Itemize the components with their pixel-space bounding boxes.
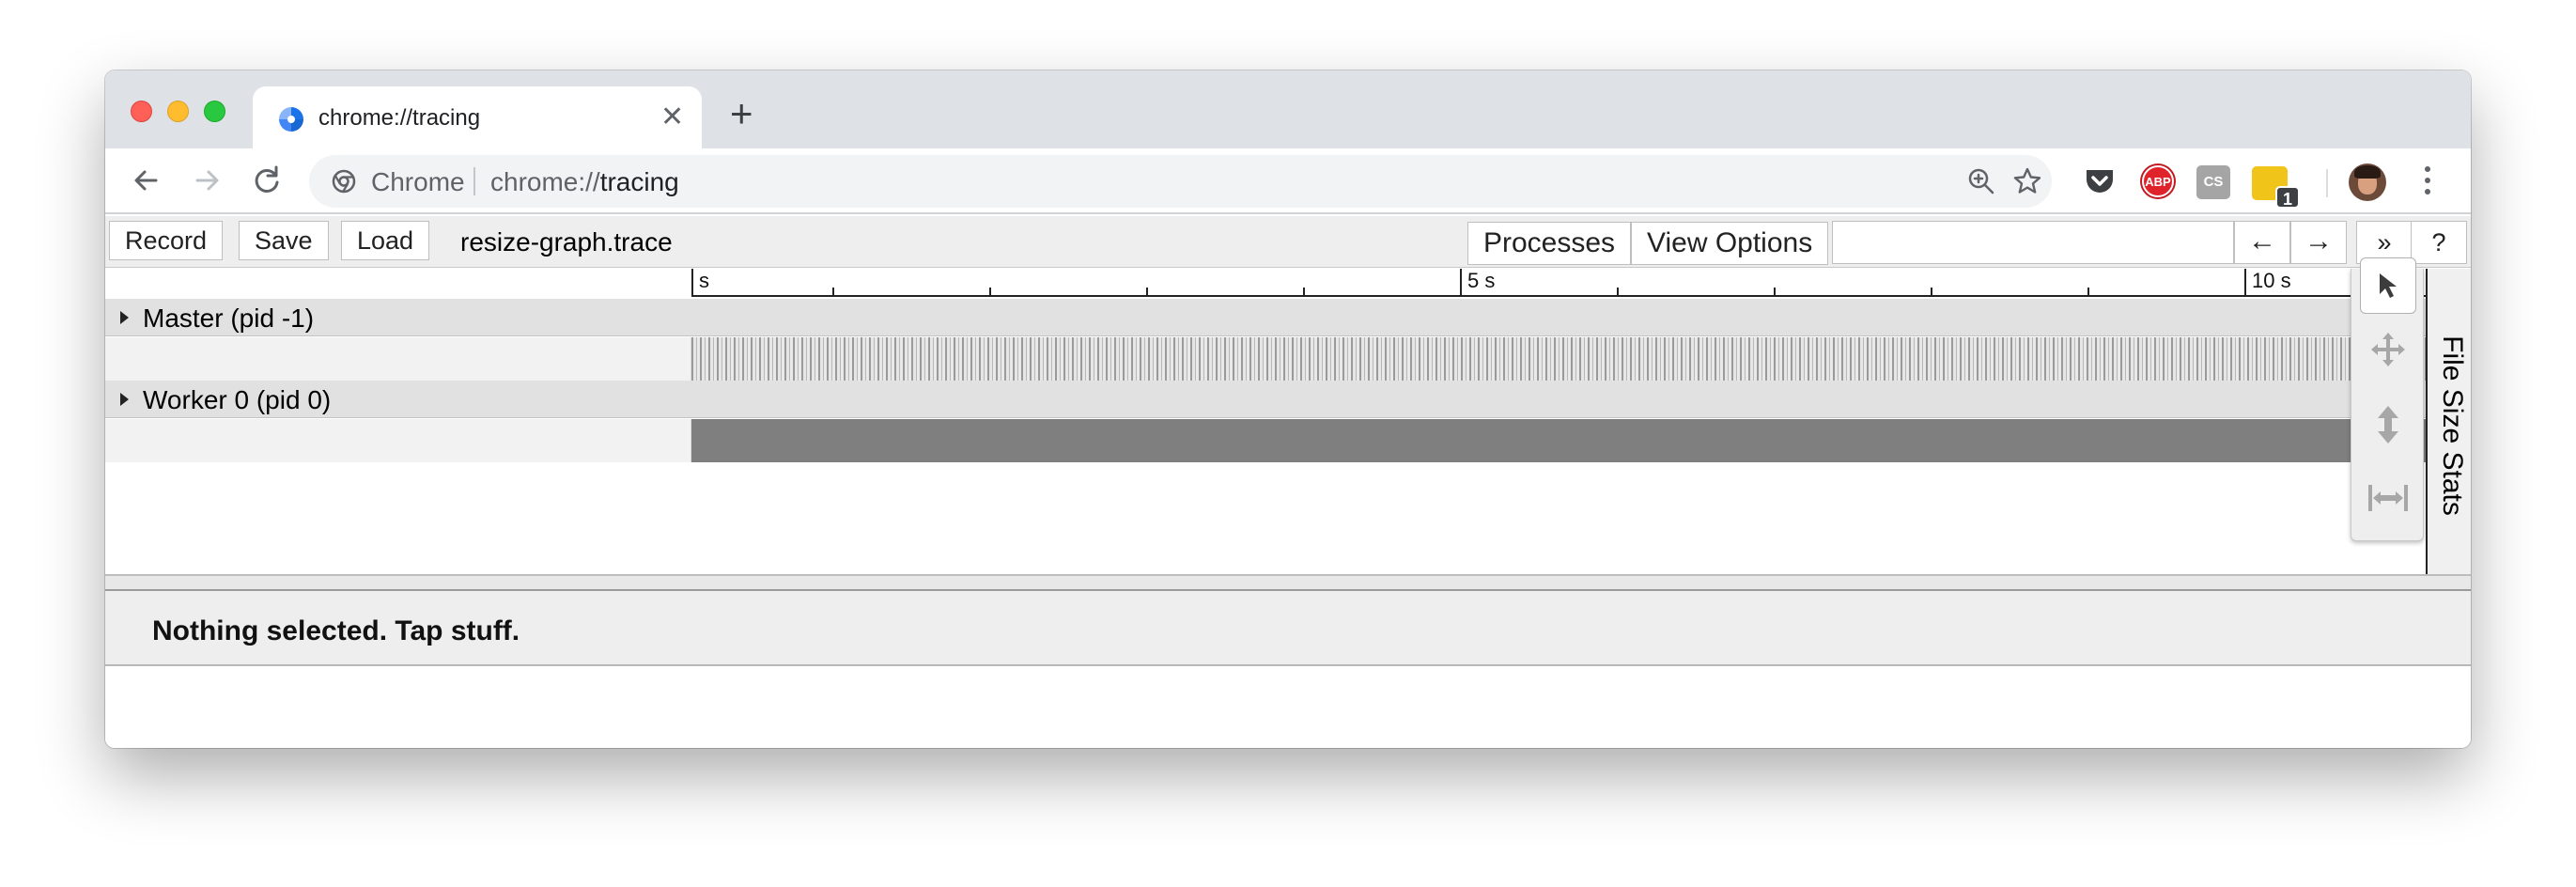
selection-mode-button[interactable] — [2360, 257, 2416, 314]
timing-mode-button[interactable] — [2360, 470, 2416, 526]
browser-window: chrome://tracing ✕ + Chrome chrome://tra… — [105, 70, 2471, 748]
extension-badge: 1 — [2275, 186, 2300, 209]
ruler-major-tick — [1460, 269, 1462, 295]
processes-button[interactable]: Processes — [1467, 222, 1632, 265]
zoom-mode-button[interactable] — [2360, 397, 2416, 453]
back-arrow-icon[interactable] — [128, 162, 165, 199]
ruler-major-tick — [2244, 269, 2246, 295]
url-text[interactable]: chrome://tracing — [490, 167, 679, 197]
tab-title: chrome://tracing — [318, 105, 481, 131]
pan-mode-icon — [2371, 333, 2405, 366]
adblock-plus-extension-icon[interactable]: ABP — [2142, 165, 2174, 197]
record-button[interactable]: Record — [109, 221, 224, 260]
new-tab-button[interactable]: + — [730, 93, 753, 134]
ruler-label: 5 s — [1467, 269, 1496, 292]
process-track-worker[interactable] — [105, 419, 2426, 462]
track-slices[interactable] — [691, 419, 2426, 462]
analysis-panel — [105, 666, 2471, 748]
find-next-button[interactable]: → — [2290, 221, 2347, 264]
chrome-menu-icon[interactable] — [2424, 166, 2431, 198]
save-button[interactable]: Save — [239, 221, 329, 260]
expand-triangle-icon[interactable] — [120, 311, 129, 324]
close-window-button[interactable] — [131, 101, 152, 122]
site-chip-label: Chrome — [371, 167, 465, 196]
ruler-label: s — [699, 269, 709, 292]
drag-splitter-handle[interactable] — [105, 574, 2471, 591]
toolbar-divider — [2326, 169, 2328, 197]
chrome-tracing-favicon-icon — [279, 107, 303, 132]
timeline-view[interactable]: s 5 s 10 s Master (pid -1) Worker 0 (pid… — [105, 269, 2426, 574]
maximize-window-button[interactable] — [204, 101, 225, 122]
track-label-area — [105, 419, 691, 462]
load-button[interactable]: Load — [341, 221, 430, 260]
selection-status: Nothing selected. Tap stuff. — [152, 615, 520, 646]
pan-mode-button[interactable] — [2360, 321, 2416, 378]
find-previous-button[interactable]: ← — [2234, 221, 2290, 264]
file-size-stats-tab[interactable]: File Size Stats — [2436, 322, 2468, 529]
cs-extension-icon[interactable]: CS — [2196, 165, 2230, 199]
tab-strip: chrome://tracing ✕ + — [105, 70, 2471, 148]
timing-mode-icon — [2368, 485, 2408, 511]
address-bar[interactable]: Chrome chrome://tracing — [309, 155, 2052, 208]
expand-triangle-icon[interactable] — [120, 393, 129, 406]
track-label-area — [105, 337, 691, 381]
view-options-button[interactable]: View Options — [1631, 222, 1829, 265]
zoom-mode-icon — [2378, 406, 2398, 444]
omnibox-divider — [473, 167, 475, 195]
side-panel-tab[interactable]: File Size Stats — [2426, 269, 2471, 574]
analysis-panel-header: Nothing selected. Tap stuff. — [105, 591, 2471, 666]
browser-toolbar: Chrome chrome://tracing — [105, 148, 2471, 214]
time-ruler: s 5 s 10 s — [691, 269, 2426, 297]
chrome-logo-icon — [332, 169, 356, 194]
forward-arrow-icon[interactable] — [188, 162, 225, 199]
mouse-mode-selector — [2351, 257, 2424, 541]
ruler-major-tick — [691, 269, 693, 295]
tab-close-icon[interactable]: ✕ — [660, 101, 684, 134]
minimize-window-button[interactable] — [167, 101, 189, 122]
tab-chrome-tracing[interactable]: chrome://tracing ✕ — [253, 86, 702, 148]
ruler-label: 10 s — [2252, 269, 2291, 292]
process-header-worker[interactable]: Worker 0 (pid 0) — [105, 381, 2426, 418]
process-track-master[interactable] — [105, 337, 2426, 381]
tracing-toolbar: Record Save Load resize-graph.trace Proc… — [105, 216, 2471, 268]
selection-mode-icon — [2380, 273, 2397, 298]
process-header-master[interactable]: Master (pid -1) — [105, 299, 2426, 336]
track-slices[interactable] — [691, 337, 2426, 381]
bookmark-star-icon[interactable] — [2012, 166, 2042, 196]
process-label: Worker 0 (pid 0) — [143, 385, 332, 414]
pocket-extension-icon[interactable] — [2084, 166, 2116, 196]
reload-icon[interactable] — [248, 162, 286, 199]
zoom-icon[interactable] — [1966, 166, 1996, 196]
trace-filename: resize-graph.trace — [460, 227, 673, 257]
profile-avatar[interactable] — [2349, 163, 2386, 201]
help-button[interactable]: ? — [2411, 221, 2467, 264]
search-input[interactable] — [1832, 221, 2234, 264]
process-label: Master (pid -1) — [143, 303, 315, 333]
